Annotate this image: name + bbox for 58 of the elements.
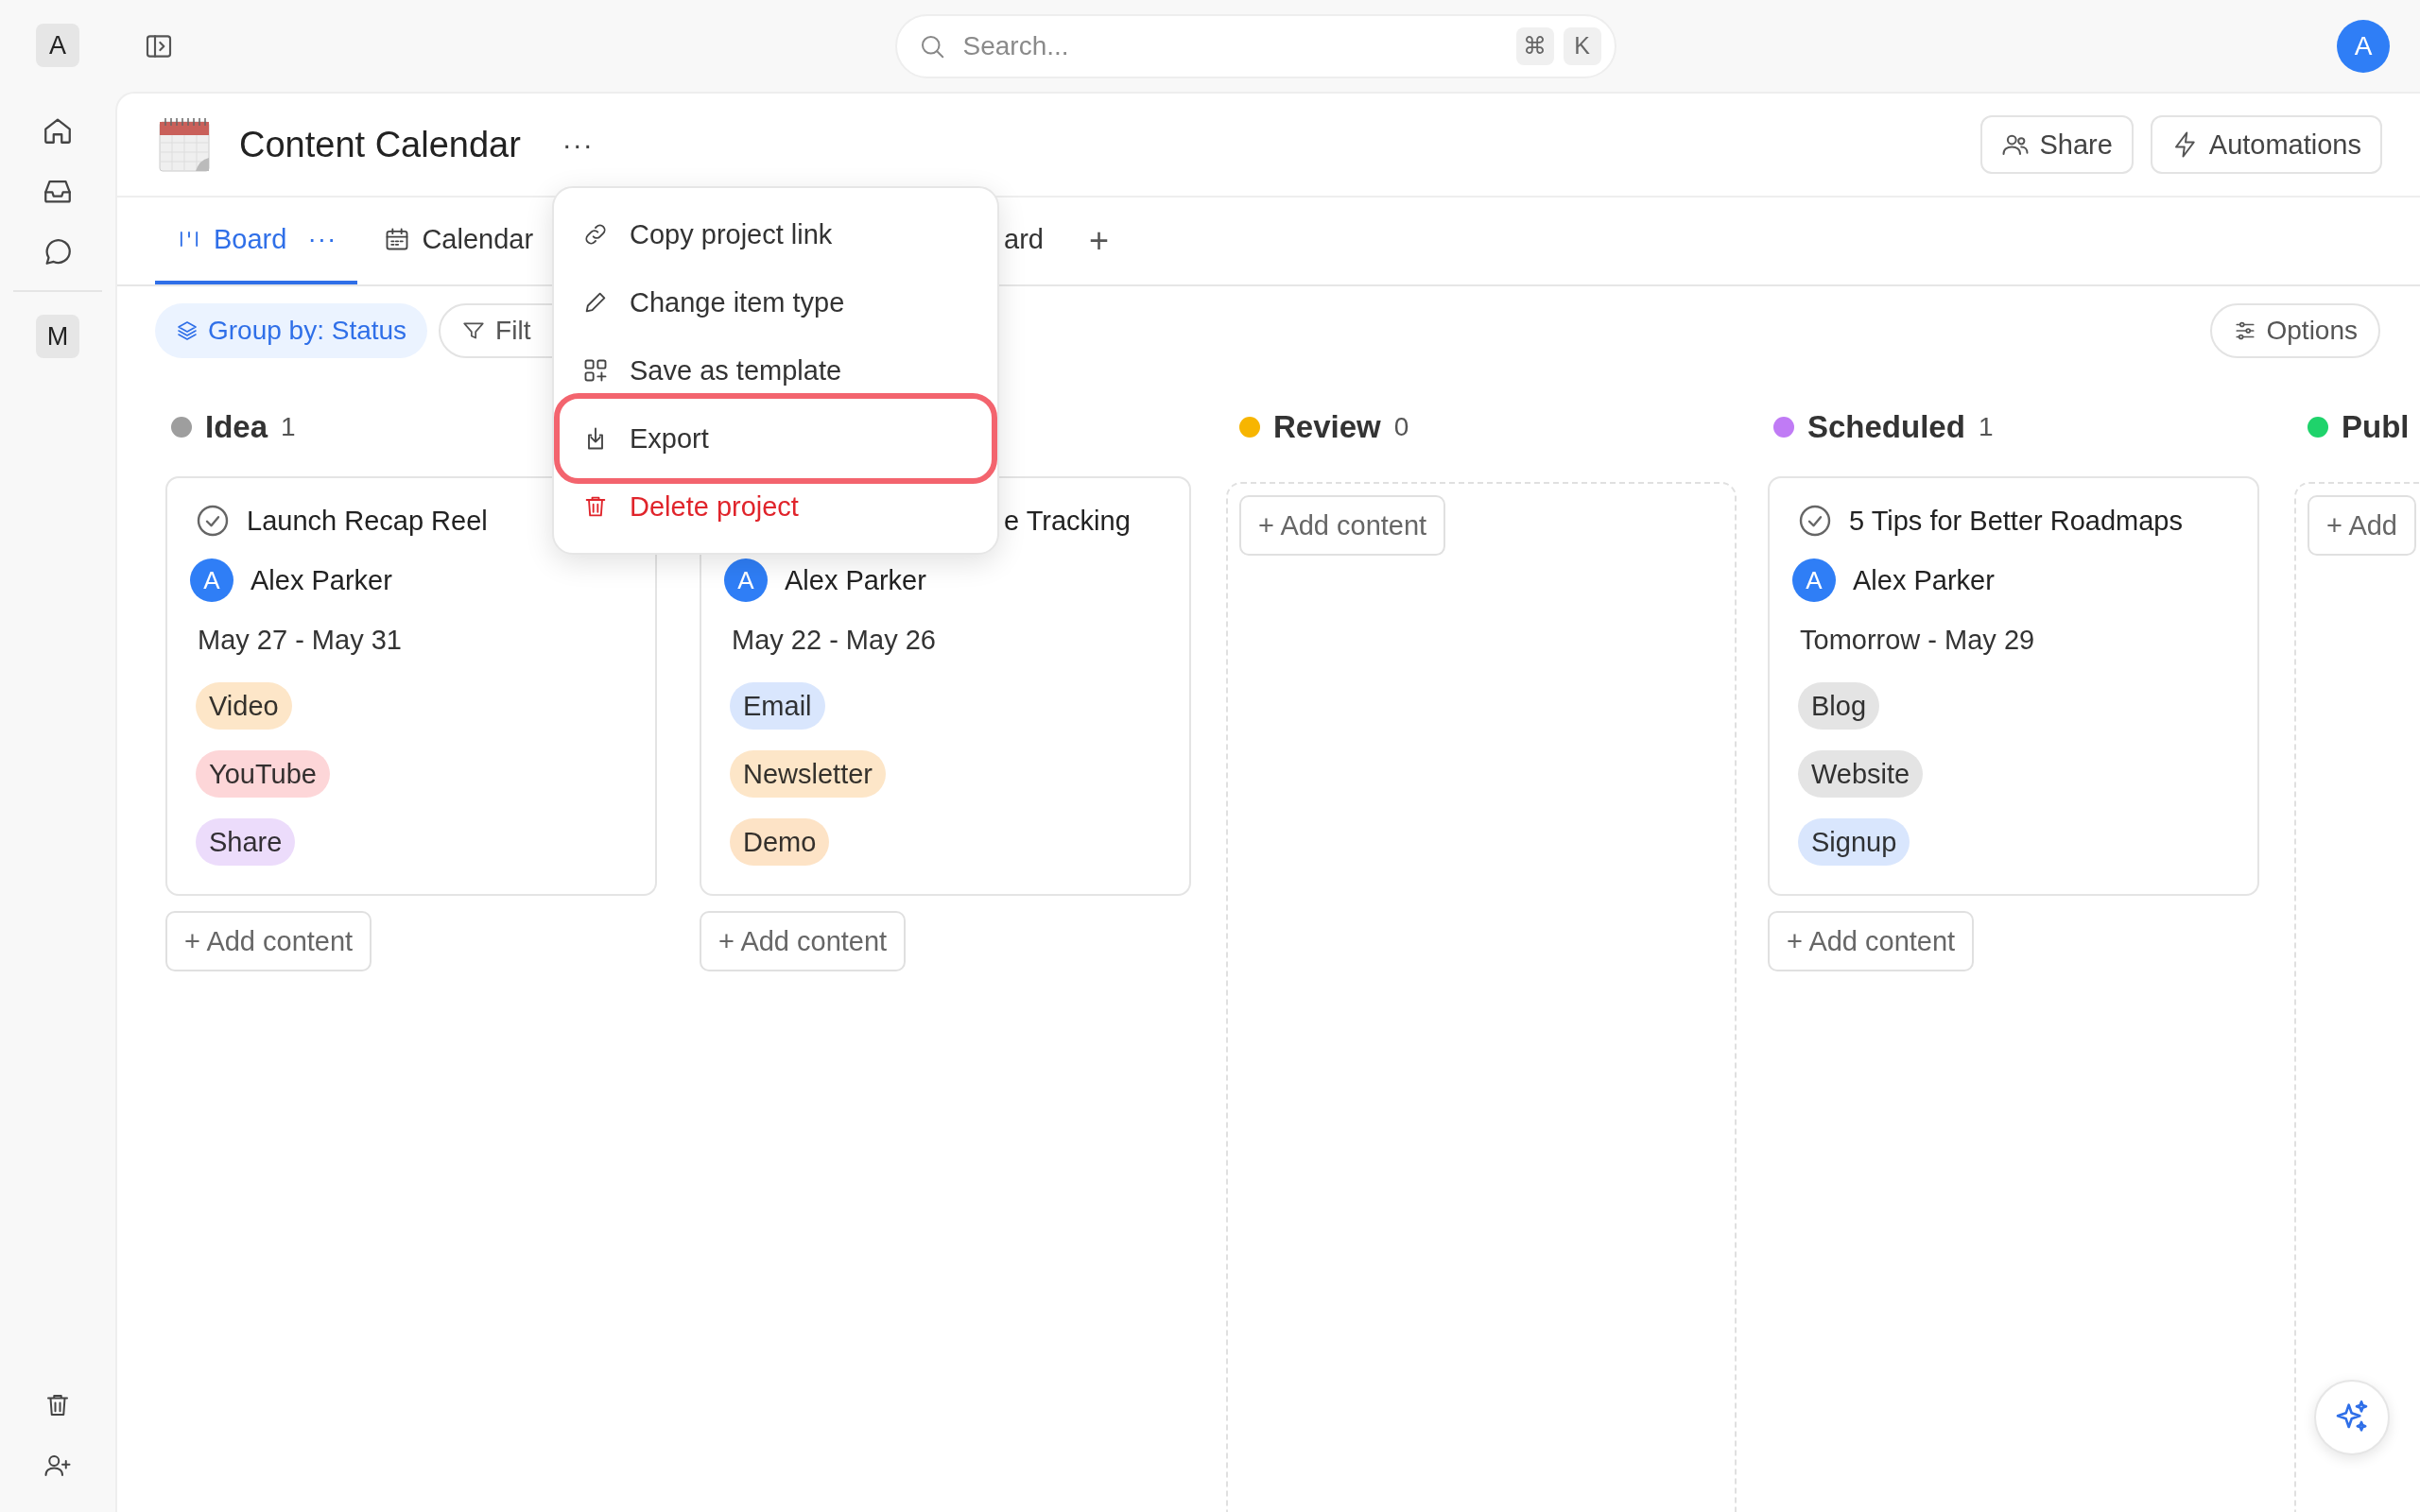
card-title: 5 Tips for Better Roadmaps	[1849, 505, 2183, 537]
assignee-name: Alex Parker	[1853, 564, 1995, 596]
shortcut-key: K	[1563, 26, 1601, 65]
menu-item[interactable]: Delete project	[565, 472, 986, 541]
assignee-avatar: A	[190, 558, 233, 602]
column-count: 1	[281, 411, 296, 442]
column-title: Publ	[2342, 408, 2410, 445]
menu-item[interactable]: Copy project link	[565, 200, 986, 268]
date-range: Tomorrow - May 29	[1799, 624, 2035, 657]
tag: YouTube	[196, 750, 330, 798]
template-icon	[582, 357, 609, 384]
menu-item[interactable]: Export	[565, 404, 986, 472]
tag: Website	[1798, 750, 1924, 798]
assignee-avatar: A	[1792, 558, 1836, 602]
add-content-button[interactable]: + Add	[2308, 495, 2416, 556]
assignee-name: Alex Parker	[251, 564, 392, 596]
group-by-button[interactable]: Group by: Status	[155, 303, 428, 358]
add-content-button[interactable]: + Add content	[700, 911, 907, 971]
shortcut-key: ⌘	[1515, 26, 1554, 65]
assignee-avatar: A	[724, 558, 768, 602]
card-title: Launch Recap Reel	[247, 505, 488, 537]
tag: Video	[196, 682, 292, 730]
add-content-button[interactable]: + Add content	[1239, 495, 1446, 556]
more-options-button[interactable]: ···	[562, 129, 594, 161]
space-avatar[interactable]: M	[36, 315, 79, 358]
assignee-name: Alex Parker	[785, 564, 926, 596]
tag: Demo	[730, 818, 830, 866]
tag: Email	[730, 682, 825, 730]
tag: Blog	[1798, 682, 1880, 730]
date-range: May 27 - May 31	[197, 624, 402, 657]
view-tab[interactable]: Board ···	[155, 198, 358, 284]
check-circle-icon[interactable]	[1798, 504, 1832, 538]
user-avatar[interactable]: A	[2337, 19, 2390, 73]
add-view-button[interactable]: +	[1070, 198, 1128, 284]
share-button[interactable]: Share	[1980, 115, 2134, 174]
calendar-page-icon	[158, 116, 211, 173]
project-title: Content Calendar	[239, 124, 521, 165]
view-tab[interactable]: ard	[994, 198, 1064, 284]
tag: Signup	[1798, 818, 1910, 866]
column-count: 0	[1393, 411, 1409, 442]
add-content-button[interactable]: + Add content	[165, 911, 372, 971]
add-content-button[interactable]: + Add content	[1768, 911, 1975, 971]
view-tab[interactable]: Calendar	[363, 198, 555, 284]
options-button[interactable]: Options	[2209, 303, 2380, 358]
tag: Newsletter	[730, 750, 886, 798]
link-icon	[582, 221, 609, 248]
check-circle-icon[interactable]	[196, 504, 230, 538]
column-title: Scheduled	[1807, 408, 1965, 445]
workspace-avatar[interactable]: A	[36, 24, 79, 67]
automations-button[interactable]: Automations	[2150, 115, 2382, 174]
card-title: e Tracking	[1004, 505, 1131, 537]
column-count: 1	[1978, 411, 1994, 442]
tag: Share	[196, 818, 296, 866]
date-range: May 22 - May 26	[731, 624, 936, 657]
tab-more-button[interactable]: ···	[307, 224, 337, 254]
column-title: Idea	[205, 408, 268, 445]
column-title: Review	[1273, 408, 1381, 445]
layers-icon	[176, 319, 199, 342]
